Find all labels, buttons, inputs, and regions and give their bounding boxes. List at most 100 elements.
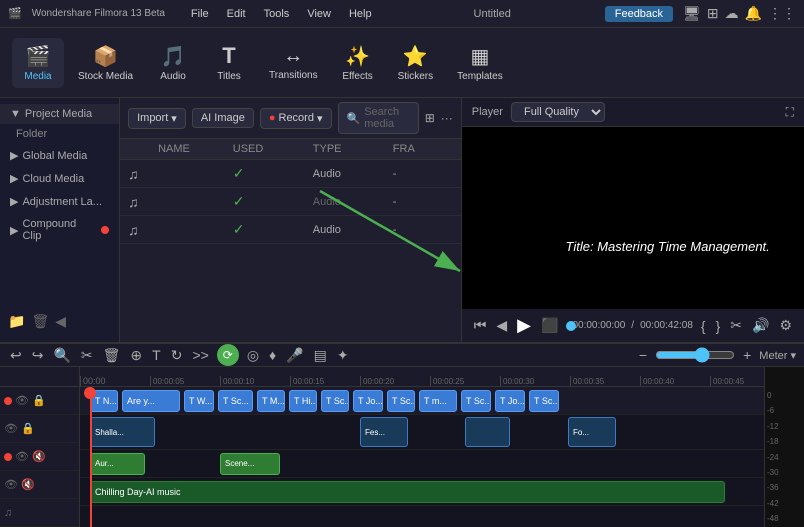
media-row[interactable]: ♫ ✓ Audio - bbox=[120, 160, 461, 188]
mic-icon[interactable]: 🎤 bbox=[284, 347, 305, 364]
more-icon[interactable]: ··· bbox=[441, 111, 453, 125]
audio-mute-icon[interactable]: 🔇 bbox=[32, 450, 46, 463]
delete-icon[interactable]: 🗑 bbox=[31, 313, 49, 330]
cloud-icon[interactable]: ☁ bbox=[725, 5, 739, 22]
global-media-item[interactable]: ▶ Global Media bbox=[0, 144, 119, 167]
toolbar-stickers[interactable]: ⭐ Stickers bbox=[388, 38, 444, 88]
folder-item[interactable]: Folder bbox=[0, 124, 119, 144]
clip-Arey[interactable]: Are y... bbox=[122, 390, 180, 412]
import-button[interactable]: Import ▾ bbox=[128, 108, 186, 129]
audio2-mute-icon[interactable]: 🔇 bbox=[21, 478, 35, 491]
clip-Sc5[interactable]: T Sc... bbox=[529, 390, 559, 412]
audio2-eye-icon[interactable]: 👁 bbox=[4, 478, 18, 491]
clip-Sc1[interactable]: T Sc... bbox=[218, 390, 253, 412]
undo-icon[interactable]: ↩ bbox=[8, 347, 24, 364]
adjustment-item[interactable]: ▶ Adjustment La... bbox=[0, 190, 119, 213]
video-lock-icon[interactable]: 🔒 bbox=[32, 394, 46, 407]
media-row[interactable]: ♫ ✓ Audio - bbox=[120, 216, 461, 244]
record-button[interactable]: ● Record ▾ bbox=[260, 108, 332, 129]
arrow-area bbox=[120, 251, 461, 342]
compound-badge bbox=[101, 226, 109, 234]
compound-clip-item[interactable]: ▶ Compound Clip bbox=[0, 213, 119, 247]
menu-tools[interactable]: Tools bbox=[256, 6, 298, 22]
clip-Sc2[interactable]: T Sc... bbox=[321, 390, 349, 412]
sync-button[interactable]: ⟳ bbox=[217, 344, 239, 366]
step-back-icon[interactable]: ◀ bbox=[494, 317, 509, 334]
audio-eye-icon[interactable]: 👁 bbox=[15, 450, 29, 463]
redo-icon[interactable]: ↪ bbox=[30, 347, 46, 364]
toolbar-media[interactable]: 🎬 Media bbox=[12, 38, 64, 88]
time-total: 00:00:42:08 bbox=[640, 320, 693, 331]
clip-Hi[interactable]: T Hi... bbox=[289, 390, 317, 412]
thumb-lock-icon[interactable]: 🔒 bbox=[21, 422, 35, 435]
more-tl-icon[interactable]: >> bbox=[190, 347, 210, 363]
crop-icon[interactable]: ✂ bbox=[728, 317, 744, 334]
magic-icon[interactable]: ✦ bbox=[335, 347, 351, 364]
clip-m[interactable]: T m... bbox=[419, 390, 457, 412]
filter-icon[interactable]: ⊞ bbox=[425, 111, 435, 125]
audio-clip-aur[interactable]: Aur... bbox=[90, 453, 145, 475]
thumb-shalla[interactable]: Shalla... bbox=[90, 417, 155, 447]
audio-clip-scene[interactable]: Scene... bbox=[220, 453, 280, 475]
music-clip[interactable]: Chilling Day-AI music bbox=[90, 481, 725, 503]
add-folder-icon[interactable]: 📁 bbox=[8, 313, 25, 330]
meter-label[interactable]: Meter ▾ bbox=[759, 349, 796, 362]
play-icon[interactable]: ▶ bbox=[515, 315, 533, 336]
search-bar[interactable]: 🔍 Search media bbox=[338, 102, 419, 134]
zoom-range[interactable] bbox=[655, 347, 735, 363]
zoom-slider[interactable] bbox=[655, 347, 735, 363]
rotate-icon[interactable]: ↻ bbox=[169, 347, 185, 364]
menu-help[interactable]: Help bbox=[341, 6, 380, 22]
bell-icon[interactable]: 🔔 bbox=[745, 5, 762, 22]
clip-Jo2[interactable]: T Jo... bbox=[495, 390, 525, 412]
cloud-media-item[interactable]: ▶ Cloud Media bbox=[0, 167, 119, 190]
menu-file[interactable]: File bbox=[183, 6, 217, 22]
thumb-fes[interactable]: Fes... bbox=[360, 417, 408, 447]
ai-image-button[interactable]: AI Image bbox=[192, 108, 254, 128]
toolbar-effects[interactable]: ✨ Effects bbox=[332, 38, 384, 88]
thumb-eye-icon[interactable]: 👁 bbox=[4, 422, 18, 435]
text-tl-icon[interactable]: T bbox=[150, 347, 163, 363]
feedback-button[interactable]: Feedback bbox=[605, 6, 673, 22]
clip-M[interactable]: T M... bbox=[257, 390, 285, 412]
layout-icon[interactable]: ⊞ bbox=[707, 5, 719, 22]
bracket-left-icon[interactable]: { bbox=[699, 318, 708, 334]
marker-icon[interactable]: ♦ bbox=[267, 347, 278, 363]
media-row[interactable]: ♫ ✓ Audio - bbox=[120, 188, 461, 216]
player-quality-select[interactable]: Full Quality bbox=[511, 102, 605, 122]
settings-icon[interactable]: ⚙ bbox=[777, 317, 794, 334]
clip-Sc3[interactable]: T Sc... bbox=[387, 390, 415, 412]
volume-icon[interactable]: 🔊 bbox=[750, 317, 771, 334]
delete-tl-icon[interactable]: 🗑 bbox=[101, 347, 123, 364]
clip-W[interactable]: T W... bbox=[184, 390, 214, 412]
toolbar-templates[interactable]: ▦ Templates bbox=[447, 38, 513, 88]
thumb-fo[interactable]: Fo... bbox=[568, 417, 616, 447]
grid-icon[interactable]: ⋮⋮ bbox=[768, 5, 796, 22]
toolbar-stock[interactable]: 📦 Stock Media bbox=[68, 38, 143, 88]
monitor-icon[interactable]: 🖥 bbox=[683, 5, 701, 22]
mask-icon[interactable]: ◎ bbox=[245, 347, 261, 364]
menu-edit[interactable]: Edit bbox=[219, 6, 254, 22]
stop-icon[interactable]: ⬛ bbox=[539, 317, 560, 334]
voiceover-icon[interactable]: ▤ bbox=[312, 347, 329, 364]
zoom-in-icon[interactable]: + bbox=[741, 347, 753, 363]
media-icon: 🎬 bbox=[26, 44, 51, 69]
skip-back-icon[interactable]: ⏮ bbox=[472, 317, 489, 334]
collapse-icon[interactable]: ◀ bbox=[55, 313, 66, 330]
clip-Jo1[interactable]: T Jo... bbox=[353, 390, 383, 412]
search-tl-icon[interactable]: 🔍 bbox=[51, 347, 72, 364]
playhead[interactable] bbox=[90, 387, 92, 527]
project-media-section[interactable]: ▼ Project Media bbox=[0, 104, 119, 124]
zoom-out-icon[interactable]: − bbox=[637, 347, 649, 363]
player-expand-icon[interactable]: ⛶ bbox=[786, 105, 794, 120]
toolbar-audio[interactable]: 🎵 Audio bbox=[147, 38, 199, 88]
cut-icon[interactable]: ✂ bbox=[79, 347, 95, 364]
video-eye-icon[interactable]: 👁 bbox=[15, 394, 29, 407]
clip-Sc4[interactable]: T Sc... bbox=[461, 390, 491, 412]
toolbar-transitions[interactable]: ↔ Transitions bbox=[259, 39, 328, 87]
split-icon[interactable]: ⊕ bbox=[128, 347, 144, 364]
bracket-right-icon[interactable]: } bbox=[714, 318, 723, 334]
thumb-3[interactable] bbox=[465, 417, 510, 447]
menu-view[interactable]: View bbox=[299, 6, 339, 22]
toolbar-titles[interactable]: T Titles bbox=[203, 37, 255, 88]
